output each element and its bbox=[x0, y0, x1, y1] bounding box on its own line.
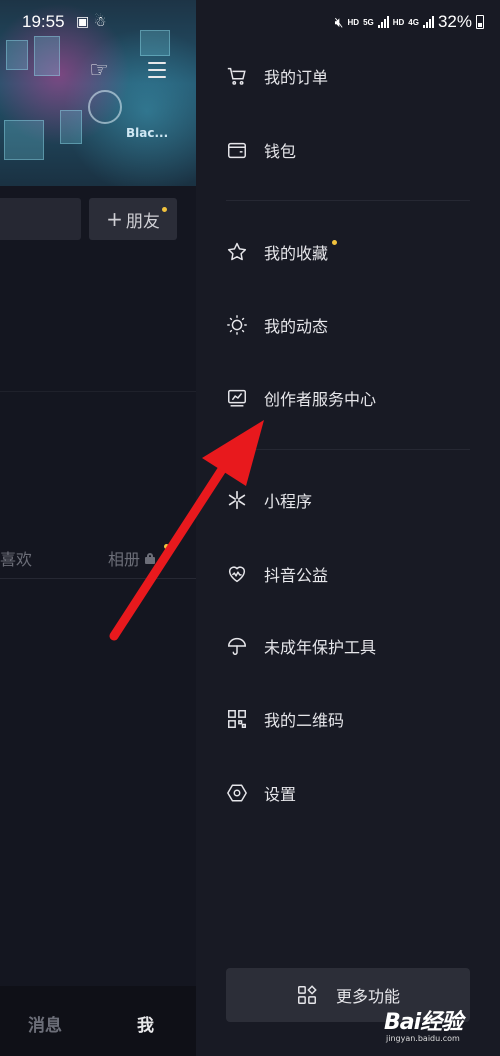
profile-page-background: Blac... ☞ + 朋友 喜欢 相册 消息 我 bbox=[0, 0, 196, 1056]
settings-icon bbox=[226, 782, 248, 804]
menu-item-label: 未成年保护工具 bbox=[264, 638, 377, 657]
menu-item-settings[interactable]: 设置 bbox=[226, 778, 296, 808]
star-icon bbox=[226, 241, 248, 263]
menu-item-label: 抖音公益 bbox=[264, 566, 329, 585]
signal-bars-icon-2 bbox=[422, 16, 434, 28]
menu-item-creator-center[interactable]: 创作者服务中心 bbox=[226, 383, 376, 413]
menu-item-label: 设置 bbox=[264, 785, 297, 804]
menu-item-label: 创作者服务中心 bbox=[264, 390, 377, 409]
menu-item-minor-protection[interactable]: 未成年保护工具 bbox=[226, 631, 376, 661]
umbrella-icon bbox=[226, 635, 248, 657]
app-notification-icon: ☃ bbox=[93, 14, 107, 30]
menu-item-label: 钱包 bbox=[264, 142, 297, 161]
album-notification-dot bbox=[164, 544, 169, 549]
tab-album[interactable]: 相册 bbox=[108, 546, 156, 570]
pointing-hand-icon[interactable]: ☞ bbox=[86, 58, 112, 84]
menu-item-label: 我的收藏 bbox=[264, 244, 329, 263]
watermark-brand: Bai经验 bbox=[384, 1010, 463, 1035]
menu-item-charity[interactable]: 抖音公益 bbox=[226, 559, 328, 589]
grid-icon bbox=[296, 984, 318, 1006]
gallery-icon: ▣ bbox=[76, 14, 90, 30]
drawer-divider bbox=[226, 200, 470, 201]
lock-icon bbox=[145, 552, 156, 564]
mini-program-icon bbox=[226, 489, 248, 511]
menu-item-qr-code[interactable]: 我的二维码 bbox=[226, 704, 344, 734]
drawer-divider bbox=[226, 449, 470, 450]
wallet-icon bbox=[226, 139, 248, 161]
menu-item-orders[interactable]: 我的订单 bbox=[226, 61, 328, 91]
tabs-divider bbox=[0, 578, 196, 579]
favorites-notification-dot bbox=[332, 240, 337, 245]
hd-indicator-2: HD bbox=[392, 17, 405, 27]
hamburger-menu-icon[interactable] bbox=[148, 62, 166, 78]
qr-code-icon bbox=[226, 708, 248, 730]
divider bbox=[0, 391, 196, 392]
tab-likes[interactable]: 喜欢 bbox=[0, 546, 32, 570]
menu-item-wallet[interactable]: 钱包 bbox=[226, 135, 296, 165]
add-friend-button[interactable]: + 朋友 bbox=[89, 198, 177, 240]
status-notification-icons: ▣ ☃ bbox=[76, 14, 106, 30]
nav-me[interactable]: 我 bbox=[137, 1011, 154, 1036]
network-type-2: 4G bbox=[408, 17, 419, 27]
tab-album-label: 相册 bbox=[108, 550, 141, 569]
status-time: 19:55 bbox=[22, 12, 65, 31]
battery-icon bbox=[476, 15, 484, 29]
baidu-jingyan-watermark: Bai经验 jingyan.baidu.com bbox=[384, 1004, 463, 1043]
menu-item-label: 小程序 bbox=[264, 492, 313, 511]
nav-messages[interactable]: 消息 bbox=[28, 1011, 62, 1036]
clock-decoration bbox=[88, 90, 122, 124]
menu-item-label: 我的订单 bbox=[264, 68, 329, 87]
add-friend-label: 朋友 bbox=[125, 211, 160, 232]
mute-icon: 🔇︎ bbox=[334, 13, 344, 30]
banner-sign-text: Blac... bbox=[126, 126, 169, 140]
signal-bars-icon bbox=[377, 16, 389, 28]
menu-item-mini-programs[interactable]: 小程序 bbox=[226, 485, 312, 515]
menu-item-favorites[interactable]: 我的收藏 bbox=[226, 237, 328, 267]
status-system-icons: 🔇︎ HD 5G HD 4G 32% bbox=[335, 12, 484, 32]
plus-icon: + bbox=[106, 207, 123, 231]
heart-icon bbox=[226, 563, 248, 585]
notification-dot bbox=[162, 207, 167, 212]
battery-percent: 32% bbox=[437, 12, 472, 31]
cart-icon bbox=[226, 65, 248, 87]
chart-monitor-icon bbox=[226, 387, 248, 409]
edit-profile-button[interactable] bbox=[0, 198, 81, 240]
network-type: 5G bbox=[363, 17, 374, 27]
menu-item-activity[interactable]: 我的动态 bbox=[226, 310, 328, 340]
menu-item-label: 我的二维码 bbox=[264, 711, 345, 730]
hd-indicator: HD bbox=[347, 17, 360, 27]
watermark-url: jingyan.baidu.com bbox=[386, 1034, 460, 1043]
menu-item-label: 我的动态 bbox=[264, 317, 329, 336]
sun-icon bbox=[226, 314, 248, 336]
